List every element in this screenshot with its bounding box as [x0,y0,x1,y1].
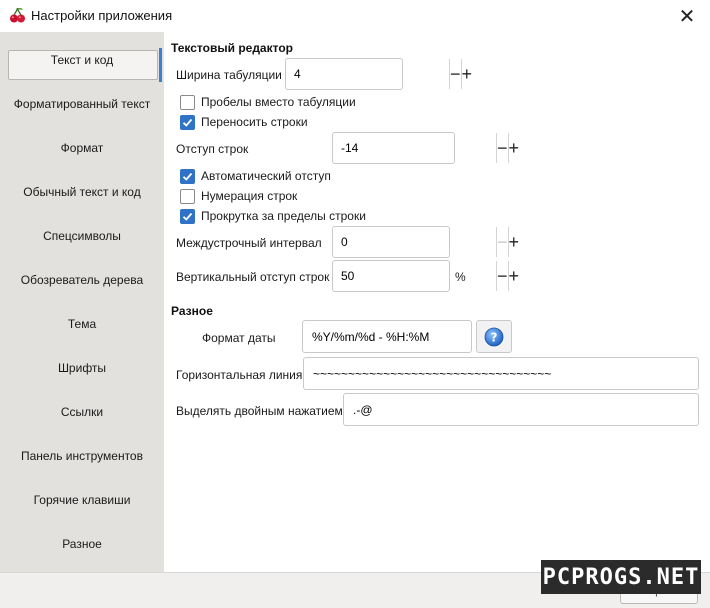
sidebar-item-label: Обычный текст и код [23,185,141,199]
checkmark-icon [180,208,195,224]
tab-width-increment-button[interactable]: + [460,59,472,89]
scroll-beyond-line-checkbox[interactable]: Прокрутка за пределы строки [180,207,366,225]
cherry-app-icon [10,7,25,23]
sidebar-item-rich-text[interactable]: Форматированный текст [0,82,164,126]
date-format-help-button[interactable]: ? [476,320,512,353]
line-indent-decrement-button[interactable]: − [496,133,508,163]
sidebar-item-links[interactable]: Ссылки [0,390,164,434]
checkbox-label: Прокрутка за пределы строки [201,209,366,223]
vertical-padding-decrement-button[interactable]: − [496,261,508,291]
auto-indent-checkbox[interactable]: Автоматический отступ [180,167,331,185]
tab-width-input[interactable] [286,59,449,89]
line-spacing-spinbox: − + [332,226,519,258]
vertical-padding-input[interactable] [333,261,496,291]
sidebar-item-label: Текст и код [50,53,114,67]
sidebar-item-label: Спецсимволы [43,229,121,243]
sidebar-item-plain-text-and-code[interactable]: Обычный текст и код [0,170,164,214]
sidebar-item-label: Обозреватель дерева [20,273,144,287]
double-click-select-label: Выделять двойным нажатием [176,404,343,418]
sidebar-item-misc[interactable]: Разное [0,522,164,566]
horizontal-line-input[interactable] [303,357,699,390]
sidebar-item-toolbar[interactable]: Панель инструментов [0,434,164,478]
sidebar-item-tree-explorer[interactable]: Обозреватель дерева [0,258,164,302]
sidebar-item-label: Панель инструментов [21,449,143,463]
line-spacing-decrement-button[interactable]: − [496,227,508,257]
vertical-padding-label: Вертикальный отступ строк [176,270,330,284]
title-bar: Настройки приложения ✕ [0,0,710,32]
close-icon: ✕ [678,5,696,28]
horizontal-line-label: Горизонтальная линия [176,368,303,382]
window-title: Настройки приложения [31,8,173,23]
svg-text:?: ? [491,330,498,344]
settings-content: Текстовый редактор Ширина табуляции − + … [164,32,710,572]
percent-unit-label: % [455,270,466,284]
date-format-label: Формат даты [202,331,276,345]
line-spacing-increment-button[interactable]: + [507,227,519,257]
sidebar-item-label: Формат [60,141,104,155]
close-window-button[interactable]: ✕ [664,0,710,32]
vertical-padding-increment-button[interactable]: + [507,261,519,291]
sidebar-item-label: Форматированный текст [13,97,151,111]
sidebar-item-format[interactable]: Формат [0,126,164,170]
sidebar-item-label: Шрифты [57,361,107,375]
watermark-logo: PCPROGS.NET [541,560,701,594]
wrap-lines-checkbox[interactable]: Переносить строки [180,113,308,131]
date-format-input[interactable] [302,320,472,353]
sidebar-item-label: Тема [67,317,97,331]
checkbox-unchecked [180,188,195,204]
spaces-instead-of-tabs-checkbox[interactable]: Пробелы вместо табуляции [180,93,356,111]
double-click-select-input[interactable] [343,393,699,426]
checkbox-label: Пробелы вместо табуляции [201,95,356,109]
checkbox-label: Нумерация строк [201,189,298,203]
sidebar-item-fonts[interactable]: Шрифты [0,346,164,390]
sidebar-item-label: Горячие клавиши [33,493,131,507]
sidebar-item-theme[interactable]: Тема [0,302,164,346]
sidebar-item-hotkeys[interactable]: Горячие клавиши [0,478,164,522]
line-indent-spinbox: − + [332,132,519,164]
line-spacing-label: Междустрочный интервал [176,236,322,250]
checkbox-label: Переносить строки [201,115,308,129]
line-numbers-checkbox[interactable]: Нумерация строк [180,187,297,205]
vertical-padding-spinbox: − + [332,260,519,292]
line-indent-increment-button[interactable]: + [507,133,519,163]
line-indent-label: Отступ строк [176,142,249,156]
checkmark-icon [180,168,195,184]
checkbox-label: Автоматический отступ [201,169,331,183]
line-indent-input[interactable] [333,133,496,163]
misc-section-title: Разное [171,304,213,318]
checkbox-unchecked [180,94,195,110]
tab-width-decrement-button[interactable]: − [449,59,461,89]
checkmark-icon [180,114,195,130]
tab-width-spinbox: − + [285,58,472,90]
sidebar-item-label: Разное [62,537,102,551]
settings-sidebar: Текст и код Форматированный текст Формат… [0,32,164,572]
text-editor-section-title: Текстовый редактор [171,41,293,55]
line-spacing-input[interactable] [333,227,496,257]
sidebar-item-label: Ссылки [60,405,104,419]
help-icon: ? [484,327,504,346]
sidebar-item-special-chars[interactable]: Спецсимволы [0,214,164,258]
active-indicator [159,48,162,82]
sidebar-item-text-and-code[interactable]: Текст и код [0,38,164,82]
tab-width-label: Ширина табуляции [176,68,282,82]
